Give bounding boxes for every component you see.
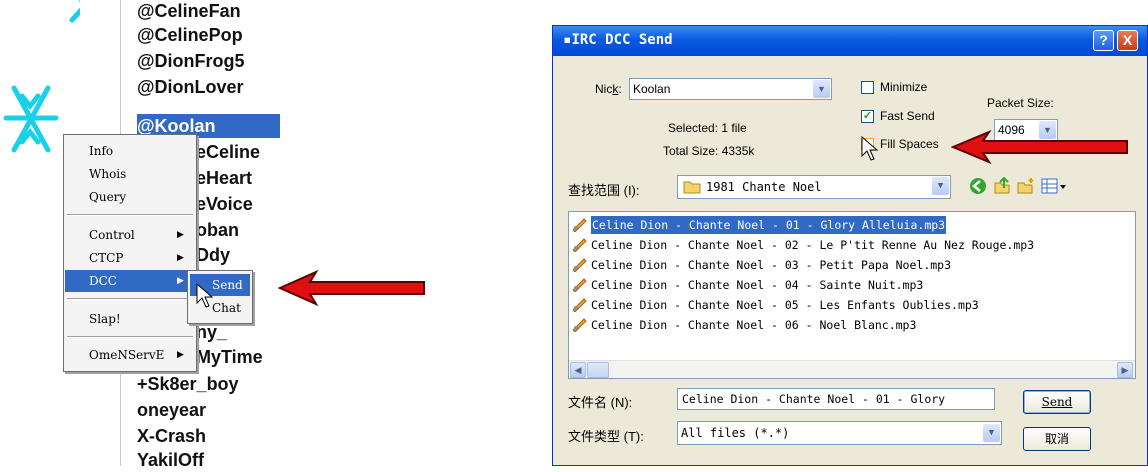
scrollbar-thumb[interactable] xyxy=(587,362,609,378)
mouse-cursor-icon xyxy=(196,283,214,308)
lookin-label: 查找范围 (I): xyxy=(568,183,640,198)
audio-file-icon xyxy=(572,218,587,232)
dialog-title: ▪IRC DCC Send xyxy=(563,32,673,48)
chevron-down-icon: ▼ xyxy=(813,80,830,98)
nick-context-menu: Info Whois Query Control ▶ CTCP ▶ DCC ▶ Sla… xyxy=(63,134,197,372)
menu-item-dcc[interactable]: DCC ▶ xyxy=(65,270,195,292)
nick-item[interactable]: YakilOff xyxy=(137,448,204,472)
audio-file-icon xyxy=(572,298,587,312)
lookin-dropdown[interactable]: 1981 Chante Noel ▼ xyxy=(677,175,951,199)
nick-item[interactable]: X-Crash xyxy=(137,424,206,448)
minimize-label: Minimize xyxy=(880,80,928,94)
audio-file-icon xyxy=(572,318,587,332)
nick-item[interactable]: eVoice xyxy=(196,192,253,216)
red-arrow-pointer-icon xyxy=(278,270,425,306)
cancel-button[interactable]: 取消 xyxy=(1023,427,1091,451)
red-arrow-pointer-icon xyxy=(951,130,1128,164)
up-folder-icon[interactable] xyxy=(993,177,1011,195)
send-button[interactable]: Send xyxy=(1023,390,1091,414)
menu-item-info[interactable]: Info xyxy=(65,140,195,162)
nick-item[interactable]: @DionLover xyxy=(137,75,244,99)
horizontal-scrollbar[interactable]: ◀ ▶ xyxy=(569,360,1135,378)
submenu-arrow-icon: ▶ xyxy=(177,276,184,286)
chevron-down-icon: ▼ xyxy=(983,424,1000,442)
fill-spaces-label: Fill Spaces xyxy=(880,137,939,151)
nick-item[interactable]: eCeline xyxy=(196,140,260,164)
scroll-left-icon[interactable]: ◀ xyxy=(570,362,586,378)
filetype-label: 文件类型 (T): xyxy=(568,429,644,444)
view-menu-icon[interactable] xyxy=(1041,177,1067,195)
menu-separator xyxy=(67,214,193,216)
audio-file-icon xyxy=(572,238,587,252)
fast-send-checkbox[interactable]: ✓ xyxy=(861,110,874,123)
menu-item-query[interactable]: Query xyxy=(65,186,195,208)
filename-input[interactable]: Celine Dion - Chante Noel - 01 - Glory xyxy=(677,388,995,410)
nick-dropdown[interactable]: Koolan ▼ xyxy=(629,78,832,100)
menu-item-ctcp[interactable]: CTCP ▶ xyxy=(65,247,195,269)
menu-separator xyxy=(67,336,193,338)
submenu-arrow-icon: ▶ xyxy=(177,350,184,360)
nick-item[interactable]: @DionFrog5 xyxy=(137,49,245,73)
total-size-text: Total Size: 4335k xyxy=(663,144,755,158)
mouse-cursor-icon xyxy=(861,136,879,161)
nick-item[interactable]: +Sk8er_boy xyxy=(137,372,239,396)
dcc-send-dialog: ▪IRC DCC Send ? X Nick: Koolan ▼ Selected… xyxy=(552,25,1148,466)
submenu-arrow-icon: ▶ xyxy=(177,253,184,263)
minimize-checkbox[interactable] xyxy=(861,81,874,94)
title-bar[interactable]: ▪IRC DCC Send ? X xyxy=(553,26,1147,56)
nick-item[interactable]: eHeart xyxy=(196,166,252,190)
nick-item[interactable]: @CelinePop xyxy=(137,23,243,47)
file-list: Celine Dion - Chante Noel - 01 - Glory A… xyxy=(568,211,1136,379)
help-button[interactable]: ? xyxy=(1093,30,1114,51)
audio-file-icon xyxy=(572,258,587,272)
audio-file-icon xyxy=(572,278,587,292)
menu-item-control[interactable]: Control ▶ xyxy=(65,224,195,246)
fast-send-label: Fast Send xyxy=(880,109,935,123)
menu-item-whois[interactable]: Whois xyxy=(65,163,195,185)
filetype-dropdown[interactable]: All files (*.*) ▼ xyxy=(677,421,1002,445)
nick-item[interactable]: @CelineFan xyxy=(137,0,241,23)
packet-size-label: Packet Size: xyxy=(987,96,1054,110)
new-folder-icon[interactable] xyxy=(1017,177,1035,195)
filename-label: 文件名 (N): xyxy=(568,395,633,410)
folder-icon xyxy=(683,181,701,194)
nick-item[interactable]: MyTime xyxy=(196,345,263,369)
menu-item-slap[interactable]: Slap! xyxy=(65,308,195,330)
close-button[interactable]: X xyxy=(1117,30,1138,51)
back-icon[interactable] xyxy=(969,177,987,195)
nick-item[interactable]: oneyear xyxy=(137,398,206,422)
chevron-down-icon: ▼ xyxy=(932,177,949,195)
nick-item[interactable]: Ddy xyxy=(196,243,230,267)
nick-label: Nick: xyxy=(595,82,622,96)
nick-item[interactable]: oban xyxy=(196,218,239,242)
selected-count-text: Selected: 1 file xyxy=(668,121,747,135)
menu-separator xyxy=(67,298,193,300)
menu-item-omenserve[interactable]: OmeNServE ▶ xyxy=(65,344,195,366)
submenu-arrow-icon: ▶ xyxy=(177,230,184,240)
scroll-right-icon[interactable]: ▶ xyxy=(1117,362,1133,378)
